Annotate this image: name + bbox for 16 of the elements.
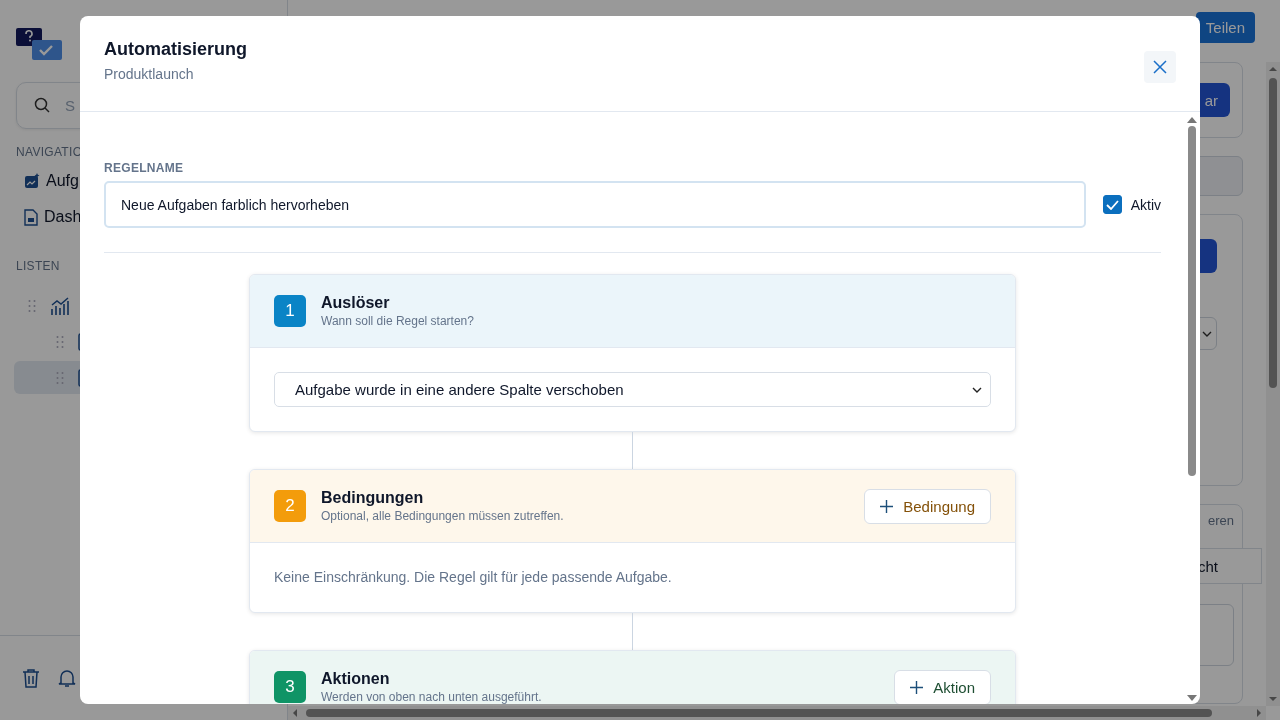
step-subtitle: Werden von oben nach unten ausgeführt. <box>321 690 543 704</box>
step-title: Auslöser <box>321 294 391 312</box>
step-number: 3 <box>274 671 306 703</box>
step-subtitle: Wann soll die Regel starten? <box>321 314 475 328</box>
step-subtitle: Optional, alle Bedingungen müssen zutreffen. <box>321 509 565 523</box>
empty-note: Keine Einschränkung. Die Regel gilt für jede passende Aufgabe. <box>274 568 673 587</box>
step-title: Bedingungen <box>321 489 425 507</box>
checkbox-label: Aktiv <box>1130 196 1161 213</box>
field-label: REGELNAME <box>104 161 185 175</box>
step-title: Aktionen <box>321 670 391 688</box>
step-number: 2 <box>274 490 306 522</box>
dialog-subtitle: Produktlaunch <box>104 66 195 82</box>
section-heading: LISTEN <box>16 259 61 273</box>
section-heading: NAVIGATIO <box>16 145 84 159</box>
step-number: 1 <box>274 295 306 327</box>
dialog-title: Automatisierung <box>104 39 248 60</box>
